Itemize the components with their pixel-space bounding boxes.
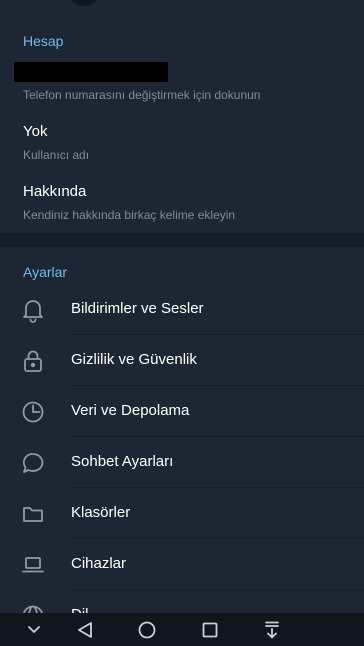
username-label: Kullanıcı adı	[23, 148, 90, 162]
settings-item-label: Gizlilik ve Güvenlik	[71, 351, 197, 368]
settings-item-chat-settings[interactable]: Sohbet Ayarları	[0, 437, 364, 487]
section-divider	[0, 233, 364, 247]
settings-item-label: Veri ve Depolama	[71, 402, 190, 419]
folder-icon	[20, 501, 46, 527]
settings-item-privacy[interactable]: Gizlilik ve Güvenlik	[0, 335, 364, 385]
settings-item-folders[interactable]: Klasörler	[0, 488, 364, 538]
phone-hint: Telefon numarasını değiştirmek için doku…	[23, 88, 261, 102]
laptop-icon	[20, 552, 46, 578]
settings-item-label: Sohbet Ayarları	[71, 453, 174, 470]
chevron-down-icon[interactable]	[20, 617, 48, 643]
account-section: Hesap	[0, 14, 364, 233]
redacted-phone-number[interactable]	[14, 62, 168, 82]
profile-header-strip	[0, 0, 364, 14]
account-section-title: Hesap	[23, 33, 64, 49]
settings-item-label: Bildirimler ve Sesler	[71, 300, 204, 317]
notification-pull-icon[interactable]	[258, 617, 286, 643]
username-value[interactable]: Yok	[23, 123, 47, 140]
settings-item-label: Klasörler	[71, 504, 131, 521]
system-navigation-bar	[0, 613, 364, 646]
back-triangle-icon[interactable]	[71, 617, 99, 643]
recents-square-icon[interactable]	[196, 617, 224, 643]
avatar[interactable]	[66, 0, 102, 6]
about-hint: Kendiniz hakkında birkaç kelime ekleyin	[23, 208, 236, 222]
settings-item-label: Cihazlar	[71, 555, 127, 572]
chat-bubble-icon	[20, 450, 46, 476]
clock-pie-icon	[20, 399, 46, 425]
settings-item-data-storage[interactable]: Veri ve Depolama	[0, 386, 364, 436]
about-title[interactable]: Hakkında	[23, 183, 86, 200]
home-circle-icon[interactable]	[133, 617, 161, 643]
settings-section-title: Ayarlar	[23, 264, 68, 280]
settings-item-devices[interactable]: Cihazlar	[0, 539, 364, 589]
settings-item-notifications[interactable]: Bildirimler ve Sesler	[0, 284, 364, 334]
bell-icon	[20, 297, 46, 323]
lock-icon	[20, 348, 46, 374]
